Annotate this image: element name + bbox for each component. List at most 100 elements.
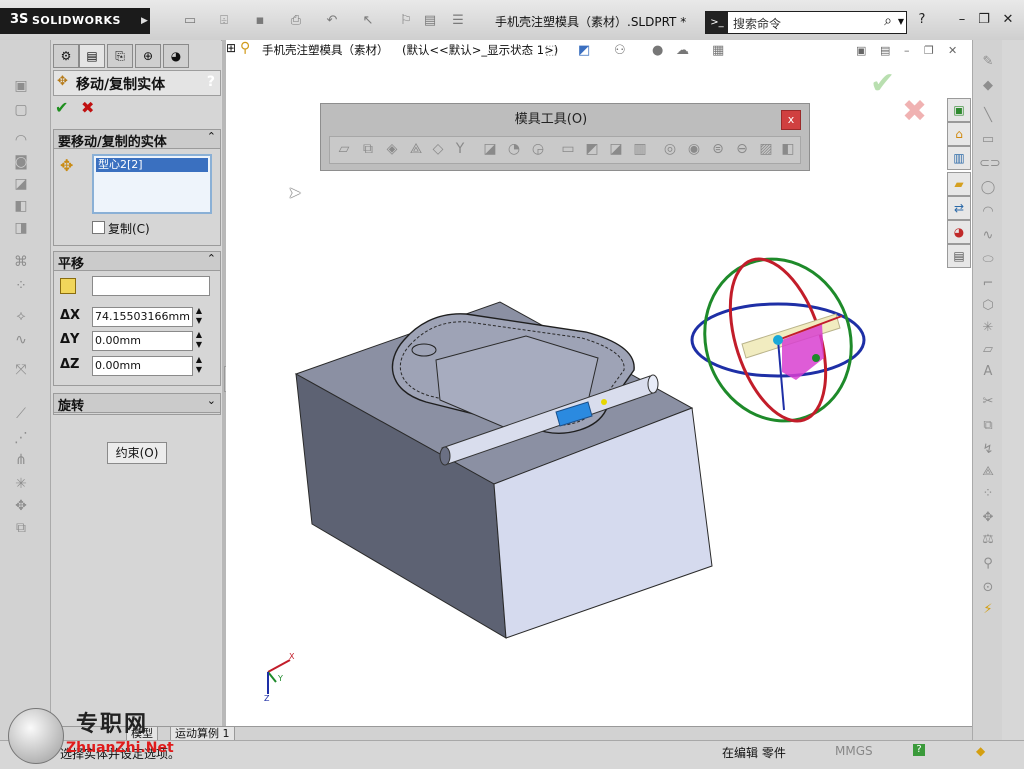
draft-analysis-icon[interactable]: ◇ [430, 141, 446, 157]
viewport-tile-icon[interactable]: ▤ [880, 44, 890, 57]
core-icon[interactable]: ◎ [662, 141, 678, 157]
fillet-sketch-icon[interactable]: ⌐ [979, 276, 997, 292]
search-commands-box[interactable]: >_ 搜索命令 ⌕ ▼ [705, 11, 907, 34]
tree-config-name[interactable]: (默认<<默认>_显示状态 1>) [402, 42, 558, 58]
restore-button[interactable]: ❐ [974, 12, 994, 30]
move-triad[interactable] [682, 238, 873, 441]
plane-icon[interactable]: ▱ [979, 342, 997, 358]
wrap-icon[interactable]: ⌘ [12, 254, 30, 270]
menu-flyout-arrow-icon[interactable]: ▶ [141, 16, 148, 26]
apply-scene-icon[interactable]: ▦ [712, 43, 724, 58]
cut-icon[interactable]: ▢ [12, 102, 30, 118]
undercut-analysis-icon[interactable]: Y [452, 141, 468, 157]
polygon-icon[interactable]: ⬡ [979, 298, 997, 314]
reference-geometry-icon[interactable]: ⟡ [12, 308, 30, 324]
solidworks-resources-icon[interactable]: ▣ [947, 98, 971, 122]
file-explorer-icon[interactable]: ▰ [947, 172, 971, 196]
hide-show-icon[interactable]: ● [652, 43, 663, 58]
circle-icon[interactable]: ◯ [979, 180, 997, 196]
custom-properties-icon[interactable]: ▤ [947, 244, 971, 268]
confirm-cancel-icon[interactable]: ✖ [902, 94, 927, 129]
viewport-maximize-icon[interactable]: ❐ [924, 44, 934, 57]
ellipse-icon[interactable]: ⬭ [979, 252, 997, 268]
sketch-tool-icon[interactable]: ⟋ [12, 406, 30, 422]
help-button[interactable]: ? [207, 74, 215, 90]
tab-dimxpert[interactable]: ⊕ [135, 44, 161, 68]
group-header[interactable]: 要移动/复制的实体 ⌃ [54, 130, 220, 150]
cancel-x-button[interactable]: ✖ [81, 98, 94, 117]
cavity-folder-icon[interactable]: ◧ [780, 141, 796, 157]
planar-surface-icon[interactable]: ▱ [336, 141, 352, 157]
vertical-scrollbar[interactable] [1002, 40, 1024, 740]
fillet-icon[interactable]: ◠ [12, 132, 30, 148]
viewport-restore-icon[interactable]: ▣ [856, 44, 866, 57]
offset-surface-icon[interactable]: ⧉ [360, 141, 376, 157]
cavity-icon[interactable]: ◉ [686, 141, 702, 157]
chevron-down-icon[interactable]: ⌄ [207, 394, 216, 407]
arc-icon[interactable]: ◠ [979, 204, 997, 220]
sketch-icon[interactable]: ✎ [979, 54, 997, 70]
text-icon[interactable]: A [979, 364, 997, 380]
delta-z-spinner[interactable]: ▲ ▼ [194, 355, 204, 375]
mirror-icon[interactable]: ◨ [12, 220, 30, 236]
minimize-button[interactable]: – [952, 12, 972, 30]
view-settings-icon[interactable]: ⬚ [545, 43, 557, 58]
move-icon[interactable]: ✥ [12, 498, 30, 514]
select-arrow-icon[interactable]: ↖ [358, 12, 378, 30]
tree-part-name[interactable]: 手机壳注塑模具（素材） [262, 42, 389, 58]
appearances-icon[interactable]: ◕ [947, 220, 971, 244]
open-document-icon[interactable]: ⌹ [214, 12, 234, 30]
options-icon[interactable]: ☰ [448, 12, 468, 30]
point-icon[interactable]: ✳ [12, 476, 30, 492]
triad-center[interactable] [773, 335, 783, 345]
tags-icon[interactable]: ◆ [976, 744, 985, 758]
view-orientation-icon[interactable]: ◩ [578, 43, 590, 58]
file-properties-icon[interactable]: ▤ [420, 12, 440, 30]
ruled-surface-icon[interactable]: ◈ [384, 141, 400, 157]
solidworks-logo[interactable]: 3S SOLIDWORKS [0, 8, 150, 34]
new-document-icon[interactable]: ▭ [180, 12, 200, 30]
viewport-close-icon[interactable]: ✕ [948, 44, 957, 57]
trim-icon[interactable]: ✂ [979, 394, 997, 410]
tree-expand-icon[interactable]: ⊞ [226, 41, 236, 55]
convert-entities-icon[interactable]: ↯ [979, 442, 997, 458]
undo-icon[interactable]: ↶ [322, 12, 342, 30]
close-button[interactable]: ✕ [998, 12, 1018, 30]
move-entities-icon[interactable]: ✥ [979, 510, 997, 526]
constraints-button[interactable]: 约束(O) [107, 442, 167, 464]
copy-checkbox-label[interactable]: 复制(C) [108, 220, 150, 237]
ruled-surface-mold-icon[interactable]: ◪ [608, 141, 624, 157]
delta-z-input[interactable]: 0.00mm [92, 356, 193, 376]
tooling-split-icon[interactable]: ▥ [632, 141, 648, 157]
curves-icon[interactable]: ∿ [12, 332, 30, 348]
extrude-icon[interactable]: ▣ [12, 78, 30, 94]
mirror-sketch-icon[interactable]: ⟁ [979, 464, 997, 480]
scale-mold-icon[interactable]: ◔ [506, 141, 522, 157]
draft-icon[interactable]: ◪ [12, 176, 30, 192]
scale-icon[interactable]: ⧉ [12, 520, 30, 536]
design-library-icon[interactable]: ▥ [947, 146, 971, 170]
line-tool-icon[interactable]: ⋰ [12, 430, 30, 446]
tab-feature-tree[interactable]: ⚙ [53, 44, 79, 68]
tab-display-manager[interactable]: ◕ [163, 44, 189, 68]
split-line-mold-icon[interactable]: ⊖ [734, 141, 750, 157]
insert-mold-folder-icon[interactable]: ⊜ [710, 141, 726, 157]
delta-x-input[interactable]: 74.15503166mm [92, 307, 193, 327]
parting-line-analysis-icon[interactable]: ◪ [482, 141, 498, 157]
shell-icon[interactable]: ◙ [12, 154, 30, 170]
group-header[interactable]: 旋转 ⌄ [54, 394, 220, 414]
bodies-selection-box[interactable]: 型心2[2] [92, 154, 212, 214]
confirm-ok-icon[interactable]: ✔ [870, 66, 895, 101]
group-header[interactable]: 平移 ⌃ [54, 252, 220, 272]
core-folder-icon[interactable]: ▨ [758, 141, 774, 157]
line-icon[interactable]: ╲ [979, 108, 997, 124]
tab-motion-study[interactable]: 运动算例 1 [170, 727, 235, 741]
linear-pattern-icon[interactable]: ⁘ [979, 486, 997, 502]
viewport-minimize-icon[interactable]: – [904, 44, 910, 57]
pattern-icon[interactable]: ⁘ [12, 278, 30, 294]
shut-off-surfaces-icon[interactable]: ▭ [560, 141, 576, 157]
quick-snaps-icon[interactable]: ⊙ [979, 580, 997, 596]
chevron-up-icon[interactable]: ⌃ [207, 252, 216, 265]
delta-y-input[interactable]: 0.00mm [92, 331, 193, 351]
copy-checkbox[interactable] [92, 221, 105, 234]
